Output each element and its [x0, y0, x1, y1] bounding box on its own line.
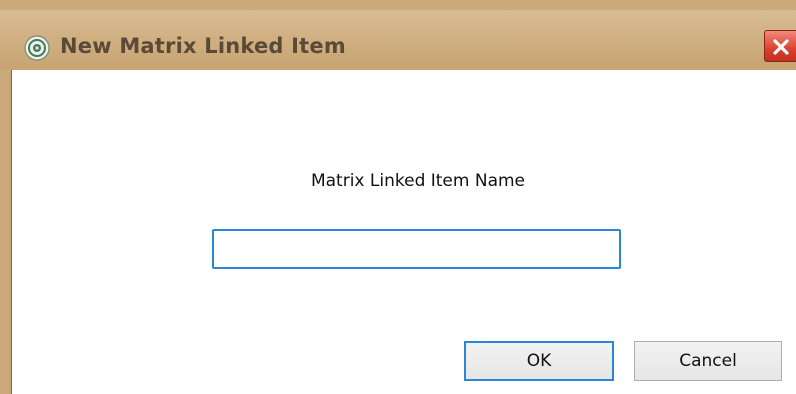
item-name-input[interactable]	[212, 229, 621, 269]
app-logo-icon	[24, 35, 50, 61]
dialog-window: New Matrix Linked Item Matrix Linked Ite…	[0, 0, 796, 394]
ok-button[interactable]: OK	[464, 341, 614, 381]
item-name-label: Matrix Linked Item Name	[310, 171, 526, 191]
cancel-button[interactable]: Cancel	[634, 341, 782, 381]
title-bar[interactable]: New Matrix Linked Item	[0, 10, 796, 70]
dialog-body: Matrix Linked Item Name OK Cancel	[11, 70, 796, 394]
close-button[interactable]	[764, 30, 796, 62]
close-icon	[773, 39, 789, 55]
dialog-title: New Matrix Linked Item	[60, 34, 346, 58]
